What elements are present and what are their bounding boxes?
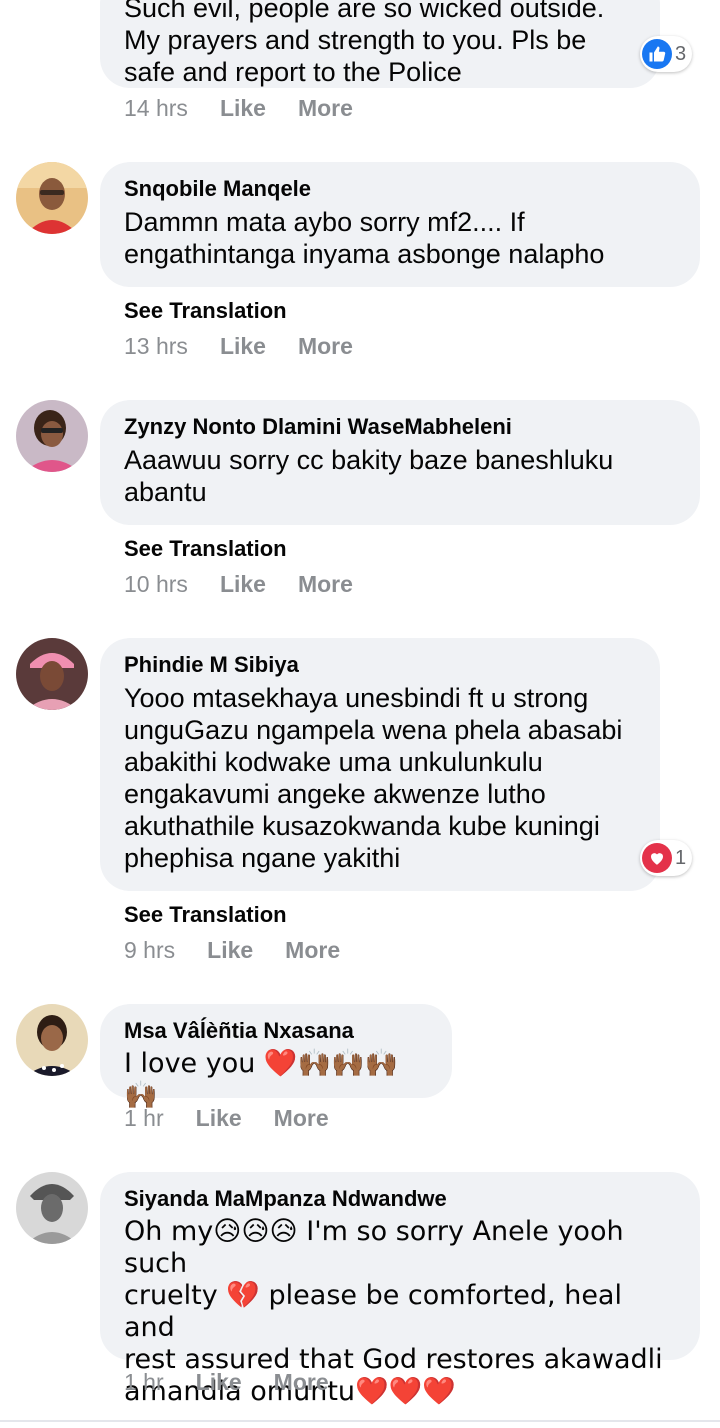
like-button[interactable]: Like <box>220 333 266 360</box>
comment-author[interactable]: Snqobile Manqele <box>124 176 676 202</box>
comment-text: Yooo mtasekhaya unesbindi ft u strong un… <box>124 683 623 873</box>
see-translation-link[interactable]: See Translation <box>124 536 287 562</box>
comment-author[interactable]: Siyanda MaMpanza Ndwandwe <box>124 1186 676 1212</box>
reaction-count: 1 <box>675 846 687 869</box>
comment-text: Such evil, people are so wicked outside.… <box>124 0 605 87</box>
divider <box>0 1420 720 1422</box>
avatar[interactable] <box>16 638 88 710</box>
comment-text: Dammn mata aybo sorry mf2.... If engathi… <box>124 207 605 269</box>
see-translation-link[interactable]: See Translation <box>124 902 287 928</box>
reaction-badge[interactable]: 3 <box>640 36 693 72</box>
comment-bubble[interactable]: Msa Vâĺèñtia Nxasana I love you ❤️🙌🏾🙌🏾🙌🏾… <box>100 1004 452 1111</box>
more-button[interactable]: More <box>298 333 353 360</box>
comment-text: Aaawuu sorry cc bakity baze baneshluku a… <box>124 445 614 507</box>
comment-bubble[interactable]: Zynzy Nonto Dlamini WaseMabheleni Aaawuu… <box>100 400 700 525</box>
comment-timestamp[interactable]: 14 hrs <box>124 95 188 122</box>
comment-timestamp[interactable]: 1 hr <box>124 1105 164 1132</box>
more-button[interactable]: More <box>274 1105 329 1132</box>
comment-timestamp[interactable]: 13 hrs <box>124 333 188 360</box>
comment-actions: 14 hrs Like More <box>124 95 353 122</box>
comment-author[interactable]: Msa Vâĺèñtia Nxasana <box>124 1018 428 1044</box>
more-button[interactable]: More <box>298 571 353 598</box>
comment-bubble[interactable]: Snqobile Manqele Dammn mata aybo sorry m… <box>100 162 700 287</box>
reaction-badge[interactable]: 1 <box>640 840 693 876</box>
comment-text: I love you ❤️🙌🏾🙌🏾🙌🏾🙌🏾 <box>124 1048 399 1111</box>
like-button[interactable]: Like <box>220 95 266 122</box>
comment-actions: 1 hr Like More <box>124 1105 329 1132</box>
comment-bubble[interactable]: Siyanda MaMpanza Ndwandwe Oh my😥😥😥 I'm s… <box>100 1172 700 1407</box>
more-button[interactable]: More <box>274 1369 329 1396</box>
like-button[interactable]: Like <box>196 1105 242 1132</box>
like-icon <box>642 39 672 69</box>
comment-timestamp[interactable]: 9 hrs <box>124 937 175 964</box>
like-button[interactable]: Like <box>207 937 253 964</box>
see-translation-link[interactable]: See Translation <box>124 298 287 324</box>
comment-actions: 13 hrs Like More <box>124 333 353 360</box>
comment-author[interactable]: Phindie M Sibiya <box>124 652 636 678</box>
avatar[interactable] <box>16 1172 88 1244</box>
like-button[interactable]: Like <box>196 1369 242 1396</box>
comment-bubble[interactable]: Phindie M Sibiya Yooo mtasekhaya unesbin… <box>100 638 660 891</box>
comment-author[interactable]: Zynzy Nonto Dlamini WaseMabheleni <box>124 414 676 440</box>
comment-actions: 1 hr Like More <box>124 1369 329 1396</box>
comment-timestamp[interactable]: 10 hrs <box>124 571 188 598</box>
comment-actions: 9 hrs Like More <box>124 937 340 964</box>
more-button[interactable]: More <box>285 937 340 964</box>
more-button[interactable]: More <box>298 95 353 122</box>
like-button[interactable]: Like <box>220 571 266 598</box>
avatar[interactable] <box>16 162 88 234</box>
comment-actions: 10 hrs Like More <box>124 571 353 598</box>
love-icon <box>642 843 672 873</box>
reaction-count: 3 <box>675 42 687 65</box>
comment-timestamp[interactable]: 1 hr <box>124 1369 164 1396</box>
avatar[interactable] <box>16 400 88 472</box>
comment-bubble[interactable]: Such evil, people are so wicked outside.… <box>100 0 660 88</box>
avatar[interactable] <box>16 1004 88 1076</box>
